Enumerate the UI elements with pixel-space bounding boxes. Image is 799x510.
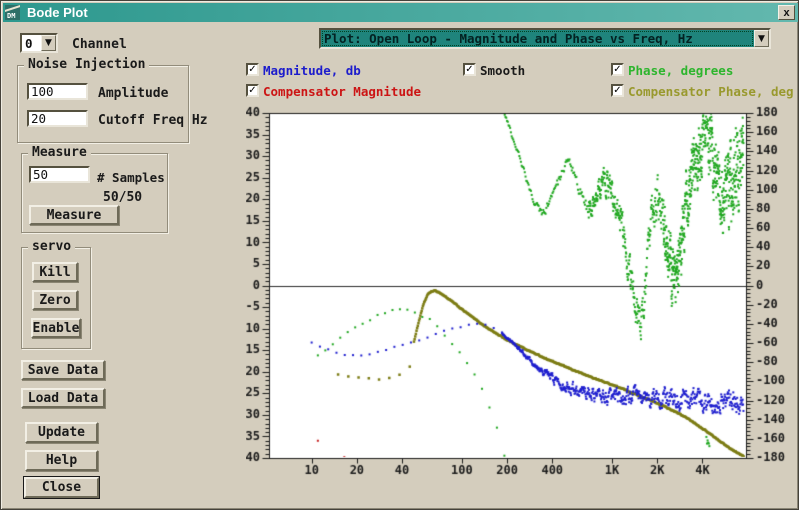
enable-button-label: Enable — [33, 321, 80, 336]
check-icon: ✓ — [613, 65, 621, 74]
kill-button[interactable]: Kill — [32, 262, 78, 282]
update-button-label: Update — [38, 425, 85, 440]
check-icon: ✓ — [465, 65, 473, 74]
compensator-magnitude-checkbox[interactable]: ✓ — [246, 84, 259, 97]
load-data-button[interactable]: Load Data — [21, 388, 105, 408]
smooth-checkbox[interactable]: ✓ — [463, 63, 476, 76]
plot-type-select[interactable]: Plot: Open Loop - Magnitude and Phase vs… — [319, 28, 771, 49]
check-icon: ✓ — [248, 86, 256, 95]
compensator-phase-checkbox-label: Compensator Phase, deg — [628, 84, 794, 99]
check-icon: ✓ — [613, 86, 621, 95]
samples-input[interactable] — [29, 166, 90, 183]
close-button[interactable]: Close — [24, 477, 99, 498]
plot-type-dropdown-arrow-icon[interactable]: ▼ — [754, 30, 769, 47]
phase-checkbox[interactable]: ✓ — [611, 63, 624, 76]
measure-button-label: Measure — [47, 208, 102, 223]
zero-button-label: Zero — [39, 293, 70, 308]
channel-label: Channel — [72, 37, 127, 52]
channel-dropdown-arrow-icon[interactable]: ▼ — [41, 35, 56, 51]
channel-select[interactable]: 0 ▼ — [20, 33, 58, 53]
amplitude-label: Amplitude — [98, 86, 168, 101]
window-title: Bode Plot — [27, 5, 778, 20]
compensator-phase-checkbox[interactable]: ✓ — [611, 84, 624, 97]
load-data-button-label: Load Data — [28, 391, 98, 406]
app-icon: DM — [5, 5, 20, 20]
help-button-label: Help — [46, 453, 77, 468]
close-button-ring: Close — [23, 476, 100, 499]
plot-type-value: Plot: Open Loop - Magnitude and Phase vs… — [321, 30, 754, 47]
servo-group-title: servo — [28, 239, 75, 254]
measure-progress-text: 50/50 — [103, 190, 142, 205]
title-bar[interactable]: DM Bode Plot x — [3, 3, 798, 22]
measure-button[interactable]: Measure — [29, 205, 119, 225]
bode-plot-window: DM Bode Plot x 0 ▼ Channel Plot: Open Lo… — [0, 0, 799, 510]
measure-group-title: Measure — [28, 145, 91, 160]
save-data-button[interactable]: Save Data — [21, 360, 105, 380]
amplitude-input[interactable] — [27, 83, 88, 100]
samples-label: # Samples — [97, 170, 165, 185]
cutoff-freq-input[interactable] — [27, 110, 88, 127]
channel-value: 0 — [22, 35, 41, 51]
zero-button[interactable]: Zero — [32, 290, 78, 310]
close-icon: x — [783, 7, 789, 19]
chevron-down-icon: ▼ — [45, 38, 52, 48]
magnitude-checkbox[interactable]: ✓ — [246, 63, 259, 76]
phase-checkbox-label: Phase, degrees — [628, 63, 733, 78]
check-icon: ✓ — [248, 65, 256, 74]
update-button[interactable]: Update — [25, 422, 98, 443]
smooth-checkbox-label: Smooth — [480, 63, 525, 78]
noise-injection-title: Noise Injection — [24, 57, 149, 72]
noise-injection-group: Noise Injection — [17, 65, 189, 143]
close-button-label: Close — [42, 480, 81, 495]
app-icon-text: DM — [7, 12, 15, 20]
kill-button-label: Kill — [39, 265, 70, 280]
save-data-button-label: Save Data — [28, 363, 98, 378]
compensator-magnitude-checkbox-label: Compensator Magnitude — [263, 84, 421, 99]
chevron-down-icon: ▼ — [758, 34, 765, 44]
magnitude-checkbox-label: Magnitude, db — [263, 63, 361, 78]
help-button[interactable]: Help — [25, 450, 98, 471]
enable-button[interactable]: Enable — [31, 318, 81, 338]
titlebar-close-button[interactable]: x — [778, 5, 795, 20]
bode-plot-canvas — [246, 106, 799, 481]
cutoff-freq-label: Cutoff Freq Hz — [98, 113, 208, 128]
